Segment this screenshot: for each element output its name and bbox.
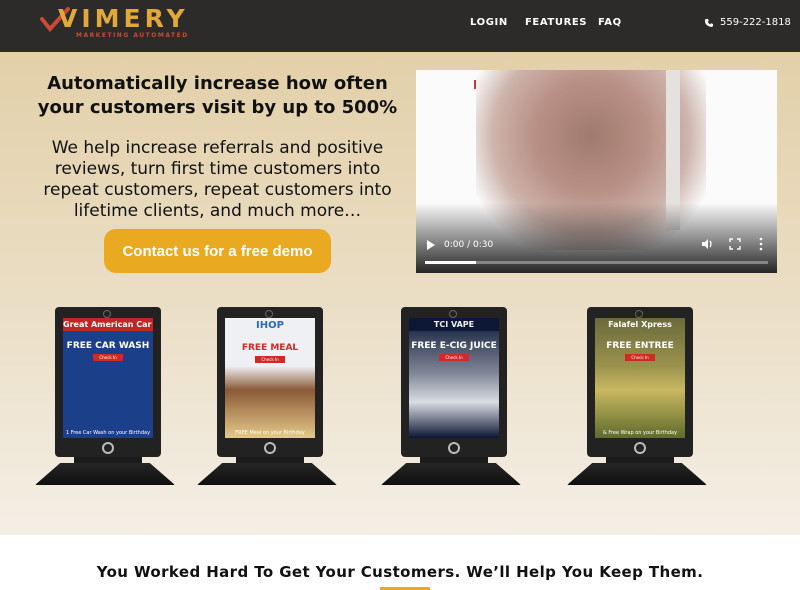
kiosk-home-button <box>264 442 276 454</box>
logo-tagline: MARKETING AUTOMATED <box>76 32 189 39</box>
phone-number-link[interactable]: 559-222-1818 <box>704 17 791 28</box>
hero-subcopy: We help increase referrals and positive … <box>43 138 392 221</box>
kiosk-base <box>381 463 521 485</box>
kiosk-brand: TCI VAPE <box>409 318 499 331</box>
kiosk-check-in-button: Check In <box>255 356 285 363</box>
phone-icon <box>705 18 713 27</box>
kiosk-check-in-button: Check In <box>439 354 469 361</box>
kiosk-brand: Falafel Xpress <box>608 320 672 329</box>
kiosk-footer: & Free Wrap on your Birthday <box>602 430 678 436</box>
kiosk-falafel: Falafel Xpress FREE ENTREE Check In & Fr… <box>567 307 722 539</box>
section-tagline: You Worked Hard To Get Your Customers. W… <box>96 563 704 581</box>
nav-faq-link[interactable]: FAQ <box>598 17 622 28</box>
kiosk-home-button <box>102 442 114 454</box>
kiosk-home-button <box>448 442 460 454</box>
top-nav-bar: VIMERY MARKETING AUTOMATED LOGIN FEATURE… <box>0 0 800 52</box>
logo-wordmark: VIMERY <box>58 4 189 33</box>
video-time: 0:00 / 0:30 <box>444 240 494 250</box>
kiosk-screen: Falafel Xpress FREE ENTREE Check In & Fr… <box>595 318 685 438</box>
kiosk-camera <box>265 310 273 318</box>
kiosk-camera <box>635 310 643 318</box>
kiosk-screen: TCI VAPE FREE E-CIG JUICE Check In <box>409 318 499 438</box>
hero-headline: Automatically increase how often your cu… <box>37 73 398 118</box>
kiosk-base <box>567 463 707 485</box>
kiosk-camera <box>103 310 111 318</box>
kiosk-home-button <box>634 442 646 454</box>
video-frame-mark <box>474 80 476 89</box>
free-demo-button[interactable]: Contact us for a free demo <box>104 229 331 273</box>
kiosk-check-in-button: Check In <box>93 354 123 361</box>
kiosk-car-wash: Great American Car Wash FREE CAR WASH Ch… <box>35 307 190 539</box>
kiosk-body: Falafel Xpress FREE ENTREE Check In & Fr… <box>587 307 693 457</box>
video-player[interactable]: 0:00 / 0:30 <box>416 70 777 273</box>
video-progress-bar[interactable] <box>425 261 768 264</box>
logo[interactable]: VIMERY MARKETING AUTOMATED <box>40 3 190 43</box>
nav-features-link[interactable]: FEATURES <box>525 17 587 28</box>
kiosk-screen: IHOP FREE MEAL Check In FREE Meal on you… <box>225 318 315 438</box>
kiosk-offer: FREE E-CIG JUICE <box>411 341 497 351</box>
kiosk-base <box>197 463 337 485</box>
kiosk-body: IHOP FREE MEAL Check In FREE Meal on you… <box>217 307 323 457</box>
kiosk-vape: TCI VAPE FREE E-CIG JUICE Check In <box>381 307 536 539</box>
video-progress-fill <box>425 261 477 264</box>
kiosk-neck <box>420 457 488 463</box>
kiosk-neck <box>236 457 304 463</box>
kiosk-offer: FREE MEAL <box>241 343 299 353</box>
kiosk-screen: Great American Car Wash FREE CAR WASH Ch… <box>63 318 153 438</box>
kiosk-ihop: IHOP FREE MEAL Check In FREE Meal on you… <box>197 307 352 539</box>
kiosk-offer: FREE CAR WASH <box>66 341 150 351</box>
more-options-icon[interactable] <box>759 237 763 251</box>
kiosk-camera <box>449 310 457 318</box>
fullscreen-icon[interactable] <box>729 238 741 250</box>
kiosk-body: TCI VAPE FREE E-CIG JUICE Check In <box>401 307 507 457</box>
kiosk-check-in-button: Check In <box>625 354 655 361</box>
kiosk-footer: 1 Free Car Wash on your Birthday <box>65 430 151 436</box>
nav-login-link[interactable]: LOGIN <box>470 17 508 28</box>
kiosk-neck <box>74 457 142 463</box>
play-icon[interactable] <box>426 239 436 251</box>
kiosk-brand: Great American Car Wash <box>63 318 153 331</box>
kiosk-brand: IHOP <box>256 320 284 331</box>
kiosk-footer: FREE Meal on your Birthday <box>235 430 305 436</box>
kiosk-offer: FREE ENTREE <box>606 341 674 351</box>
hero-section: Automatically increase how often your cu… <box>0 52 800 535</box>
video-controls: 0:00 / 0:30 <box>416 233 777 273</box>
phone-number: 559-222-1818 <box>720 17 791 28</box>
kiosk-body: Great American Car Wash FREE CAR WASH Ch… <box>55 307 161 457</box>
volume-icon[interactable] <box>701 238 715 250</box>
kiosk-base <box>35 463 175 485</box>
kiosk-neck <box>606 457 674 463</box>
